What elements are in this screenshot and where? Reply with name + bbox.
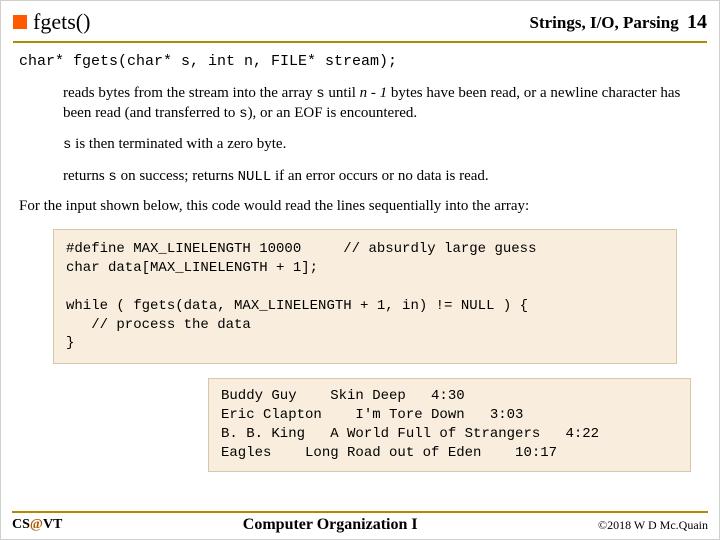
slide-footer: CS@VT Computer Organization I ©2018 W D … (12, 511, 708, 534)
bullet-icon (13, 15, 27, 29)
desc-para-3: returns s on success; returns NULL if an… (63, 167, 687, 187)
footer-left: CS@VT (12, 517, 62, 533)
header-right: Strings, I/O, Parsing 14 (530, 11, 708, 34)
footer-center: Computer Organization I (243, 516, 418, 534)
slide-title: fgets() (33, 9, 90, 35)
section-label: Strings, I/O, Parsing (530, 13, 679, 32)
function-signature: char* fgets(char* s, int n, FILE* stream… (19, 53, 707, 70)
slide-header: fgets() Strings, I/O, Parsing 14 (13, 9, 707, 43)
desc-para-2: s is then terminated with a zero byte. (63, 135, 687, 155)
description: reads bytes from the stream into the arr… (63, 84, 687, 186)
slide: fgets() Strings, I/O, Parsing 14 char* f… (0, 0, 720, 540)
page-number: 14 (687, 11, 707, 33)
header-left: fgets() (13, 9, 90, 35)
code-block: #define MAX_LINELENGTH 10000 // absurdly… (53, 229, 677, 364)
footer-right: ©2018 W D Mc.Quain (598, 518, 708, 533)
desc-para-1: reads bytes from the stream into the arr… (63, 84, 687, 123)
sample-output: Buddy Guy Skin Deep 4:30 Eric Clapton I'… (208, 378, 691, 472)
lead-sentence: For the input shown below, this code wou… (19, 198, 701, 215)
